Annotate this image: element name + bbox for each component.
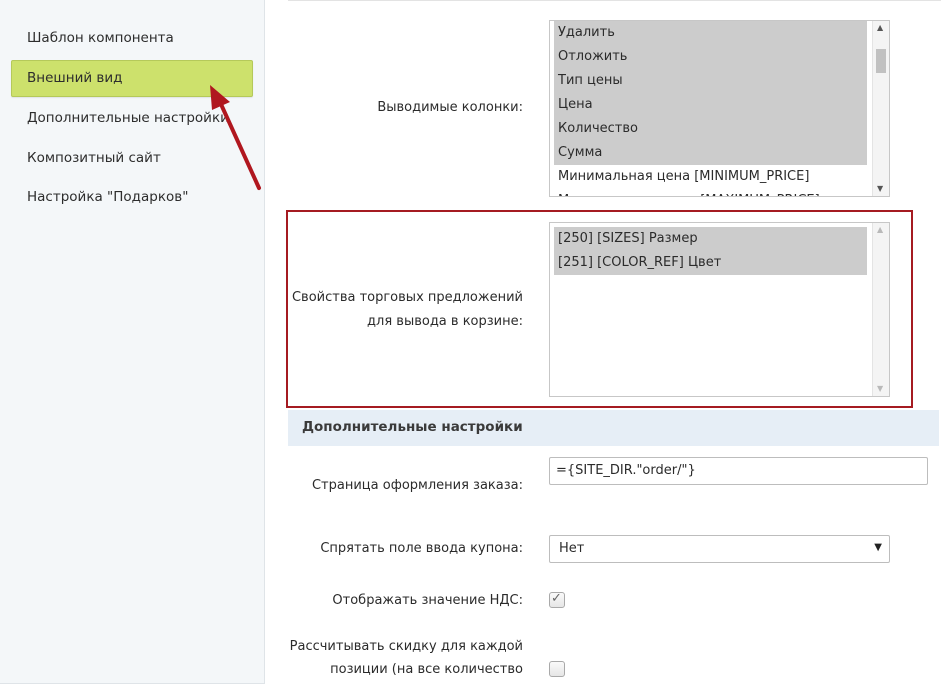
list-item[interactable]: Цена xyxy=(554,93,867,117)
top-divider xyxy=(288,0,941,1)
check-icon: ✓ xyxy=(551,591,562,606)
sidebar-item-component-template[interactable]: Шаблон компонента xyxy=(27,30,174,46)
list-item[interactable]: Минимальная цена [MINIMUM_PRICE] xyxy=(554,165,867,189)
hide-coupon-select[interactable]: Нет ▼ xyxy=(549,535,890,563)
offer-props-label-line1: Свойства торговых предложений xyxy=(291,290,523,305)
scroll-up-icon[interactable]: ▲ xyxy=(877,225,883,235)
list-item[interactable]: Сумма xyxy=(554,141,867,165)
columns-label: Выводимые колонки: xyxy=(377,100,523,115)
offer-props-scrollbar[interactable]: ▲ ▼ xyxy=(872,223,889,396)
offer-props-listbox[interactable]: [250] [SIZES] Размер [251] [COLOR_REF] Ц… xyxy=(549,222,890,397)
list-item[interactable]: Отложить xyxy=(554,45,867,69)
sidebar-item-composite-site[interactable]: Композитный сайт xyxy=(27,150,161,166)
offer-props-label-line2: для вывода в корзине: xyxy=(367,314,523,329)
list-item[interactable]: [251] [COLOR_REF] Цвет xyxy=(554,251,867,275)
list-item[interactable]: Тип цены xyxy=(554,69,867,93)
hide-coupon-label: Спрятать поле ввода купона: xyxy=(320,541,523,556)
discount-label-line2: позиции (на все количество xyxy=(330,662,523,677)
section-title: Дополнительные настройки xyxy=(288,410,939,446)
columns-scrollbar[interactable]: ▲ ▼ xyxy=(872,21,889,196)
chevron-down-icon: ▼ xyxy=(874,542,882,553)
show-vat-checkbox[interactable]: ✓ xyxy=(549,591,565,608)
annotation-arrow-icon xyxy=(210,85,261,190)
order-page-label: Страница оформления заказа: xyxy=(311,478,523,493)
scroll-thumb[interactable] xyxy=(876,49,886,73)
list-item[interactable]: Количество xyxy=(554,117,867,141)
discount-label-line1: Рассчитывать скидку для каждой xyxy=(289,639,523,654)
scroll-down-icon[interactable]: ▼ xyxy=(877,184,883,194)
columns-listbox[interactable]: Удалить Отложить Тип цены Цена Количеств… xyxy=(549,20,890,197)
sidebar-item-additional-settings[interactable]: Дополнительные настройки xyxy=(27,110,229,126)
sidebar-item-gifts-settings[interactable]: Настройка "Подарков" xyxy=(27,189,188,205)
list-item[interactable]: [250] [SIZES] Размер xyxy=(554,227,867,251)
show-vat-label: Отображать значение НДС: xyxy=(332,593,523,608)
discount-checkbox[interactable] xyxy=(549,661,565,677)
hide-coupon-value: Нет xyxy=(559,541,585,556)
list-item[interactable]: Максимальная цена [MAXIMUM_PRICE] xyxy=(554,189,867,196)
scroll-down-icon[interactable]: ▼ xyxy=(877,384,883,394)
scroll-up-icon[interactable]: ▲ xyxy=(877,23,883,33)
list-item[interactable]: Удалить xyxy=(554,21,867,45)
order-page-input[interactable]: ={SITE_DIR."order/"} xyxy=(549,457,928,485)
